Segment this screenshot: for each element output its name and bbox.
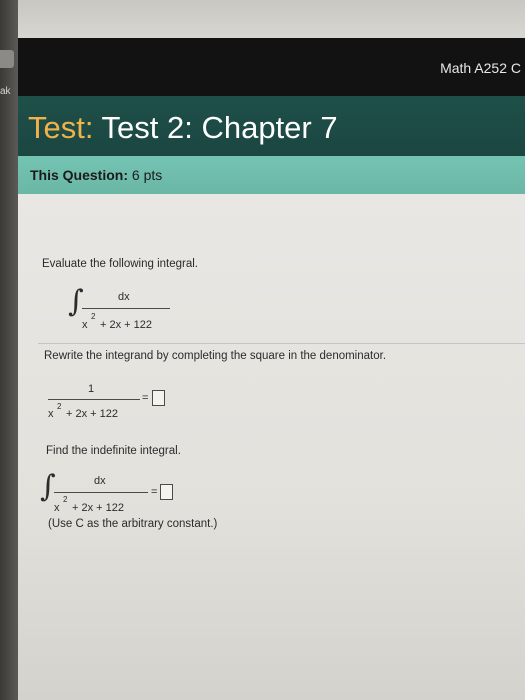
fraction-bar-3 [54, 492, 148, 493]
denominator-x-1: x [82, 319, 88, 331]
bezel-mark: ak [0, 86, 11, 97]
denominator-exp-1: 2 [91, 312, 96, 321]
denominator-exp-3: 2 [63, 495, 68, 504]
integral-numerator-1: dx [118, 291, 130, 303]
instruction-text: Evaluate the following integral. [42, 258, 198, 270]
equals-sign-2: = [151, 486, 158, 498]
denominator-exp-2: 2 [57, 402, 62, 411]
browser-top-strip [18, 0, 525, 38]
left-bezel: ak [0, 0, 18, 700]
app-header: Math A252 C [18, 38, 525, 96]
step1-numerator: 1 [88, 383, 95, 395]
question-points-band: This Question: 6 pts [18, 156, 525, 194]
test-label: Test: [28, 110, 94, 145]
denominator-rest-1: + 2x + 122 [100, 319, 152, 331]
step1-instruction: Rewrite the integrand by completing the … [44, 350, 387, 362]
question-content: Evaluate the following integral. ∫ dx x … [18, 194, 525, 700]
test-title: Test: Test 2: Chapter 7 [28, 110, 338, 146]
fraction-bar-1 [82, 308, 170, 309]
denominator-x-2: x [48, 408, 54, 420]
points-value: 6 pts [131, 167, 163, 183]
integral-sign-1: ∫ [68, 284, 84, 319]
test-name: Test 2: Chapter 7 [101, 110, 338, 145]
denominator-rest-3: + 2x + 122 [72, 502, 124, 514]
answer-box-rewrite[interactable] [152, 390, 165, 406]
integral-numerator-2: dx [94, 475, 106, 487]
course-title[interactable]: Math A252 C [440, 60, 521, 76]
test-title-band: Test: Test 2: Chapter 7 [18, 96, 525, 156]
step2-instruction: Find the indefinite integral. [46, 445, 181, 457]
equals-sign-1: = [142, 392, 149, 404]
fraction-bar-2 [48, 399, 140, 400]
answer-box-integral[interactable] [160, 484, 173, 500]
question-points: This Question: 6 pts [30, 167, 162, 183]
integral-sign-2: ∫ [40, 469, 56, 504]
points-label: This Question: [30, 167, 128, 183]
denominator-rest-2: + 2x + 122 [66, 408, 118, 420]
section-divider [38, 343, 525, 344]
bezel-tab[interactable] [0, 50, 14, 68]
constant-note: (Use C as the arbitrary constant.) [48, 518, 218, 530]
denominator-x-3: x [54, 502, 60, 514]
